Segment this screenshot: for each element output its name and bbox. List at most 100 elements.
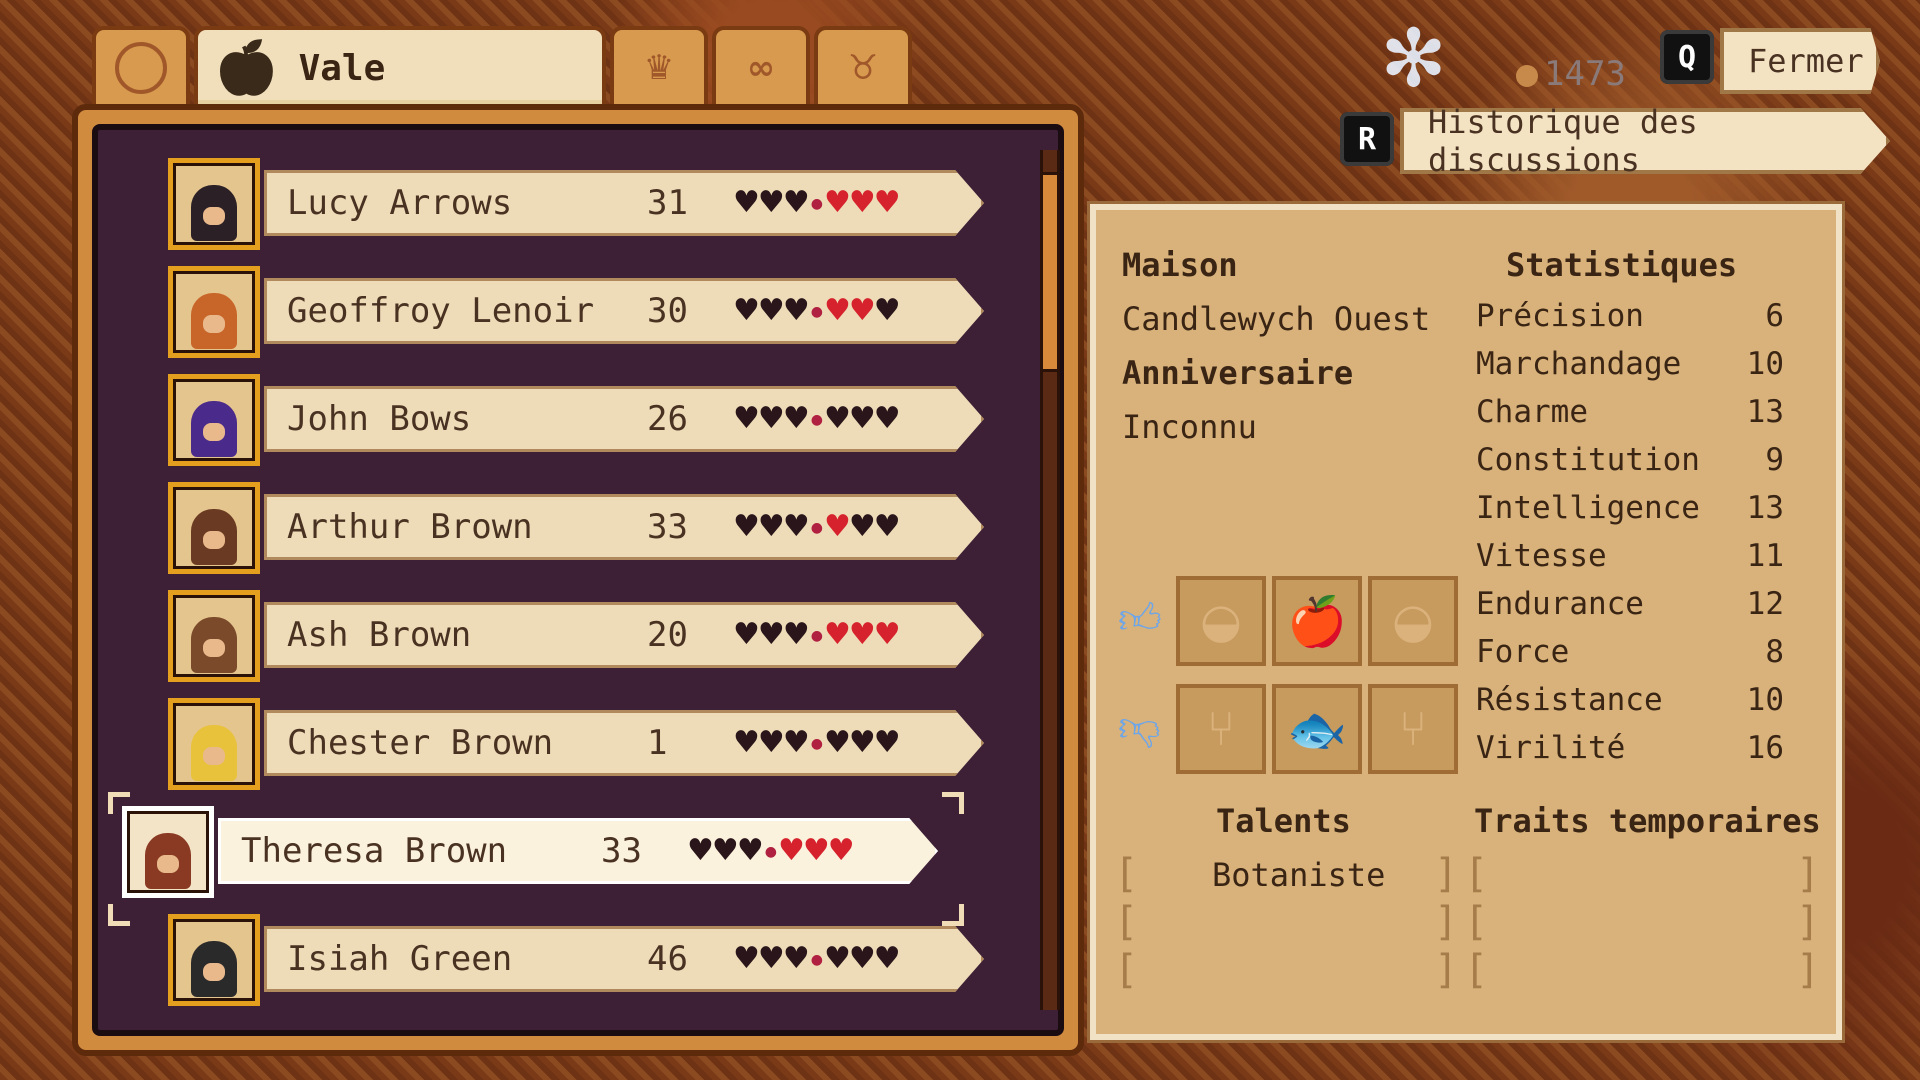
history-key-hint: R xyxy=(1340,112,1394,166)
villager-row[interactable]: Lucy Arrows 31 ♥♥♥ ● ♥♥♥ xyxy=(168,158,998,250)
close-button[interactable]: Fermer xyxy=(1720,28,1880,94)
villager-row[interactable]: John Bows 26 ♥♥♥ ● ♥♥♥ xyxy=(168,374,998,466)
stat-row: Précision 6 xyxy=(1476,298,1784,346)
villager-bar: Chester Brown 1 ♥♥♥ ● ♥♥♥ xyxy=(264,710,984,776)
heart-full-icon: ♥ xyxy=(827,833,855,868)
bowl-icon[interactable]: ◒ xyxy=(1176,576,1266,666)
taurus-tab-icon: ♉ xyxy=(847,48,879,88)
heart-empty-icon: ♥ xyxy=(848,725,876,760)
heart-empty-icon: ♥ xyxy=(733,401,760,436)
heart-full-icon: ♥ xyxy=(823,185,851,220)
utensils-icon[interactable]: ⑂ xyxy=(1368,684,1458,774)
stat-value: 9 xyxy=(1765,442,1784,478)
stat-name: Charme xyxy=(1476,394,1588,430)
villager-row[interactable]: Theresa Brown 33 ♥♥♥ ● ♥♥♥ xyxy=(108,792,964,926)
heart-empty-icon: ♥ xyxy=(782,941,810,976)
villager-bar: Ash Brown 20 ♥♥♥ ● ♥♥♥ xyxy=(264,602,984,668)
portrait-face xyxy=(191,617,237,673)
relationship-hearts: ♥♥♥ ● ♥♥♥ xyxy=(733,725,901,760)
tab-crown[interactable]: ♛ xyxy=(610,26,708,106)
stat-row: Constitution 9 xyxy=(1476,442,1784,490)
villager-row[interactable]: Geoffroy Lenoir 30 ♥♥♥ ● ♥♥♥ xyxy=(168,266,998,358)
villager-portrait xyxy=(168,698,260,790)
villager-row[interactable]: Chester Brown 1 ♥♥♥ ● ♥♥♥ xyxy=(168,698,998,790)
heart-empty-icon: ♥ xyxy=(733,185,760,220)
villager-bar: Arthur Brown 33 ♥♥♥ ● ♥♥♥ xyxy=(264,494,984,560)
heart-empty-icon: ♥ xyxy=(733,509,760,544)
scrollbar-thumb[interactable] xyxy=(1040,172,1060,372)
heart-empty-icon: ♥ xyxy=(823,725,851,760)
heart-full-icon: ♥ xyxy=(848,617,876,652)
stat-name: Constitution xyxy=(1476,442,1700,478)
heart-empty-icon: ♥ xyxy=(733,725,760,760)
utensils-icon[interactable]: ⑂ xyxy=(1176,684,1266,774)
birthday-value: Inconnu xyxy=(1122,408,1257,446)
villager-name: Lucy Arrows xyxy=(287,183,513,223)
villager-bar: Theresa Brown 33 ♥♥♥ ● ♥♥♥ xyxy=(218,818,938,884)
stat-name: Vitesse xyxy=(1476,538,1607,574)
relationship-hearts: ♥♥♥ ● ♥♥♥ xyxy=(733,941,901,976)
villager-portrait xyxy=(168,374,260,466)
villager-bar: John Bows 26 ♥♥♥ ● ♥♥♥ xyxy=(264,386,984,452)
stat-row: Force 8 xyxy=(1476,634,1784,682)
coin-icon xyxy=(1516,64,1538,87)
heart-divider-icon: ● xyxy=(810,303,823,320)
bowl-icon[interactable]: ◒ xyxy=(1368,576,1458,666)
tab-family[interactable]: 🍎︎ Vale xyxy=(194,26,606,106)
heart-empty-icon: ♥ xyxy=(782,185,810,220)
tab-infinity[interactable]: ∞ xyxy=(712,26,810,106)
chat-history-button[interactable]: Historique des discussions xyxy=(1400,108,1890,174)
stat-name: Endurance xyxy=(1476,586,1644,622)
villager-age: 20 xyxy=(647,615,688,655)
tab-taurus[interactable]: ♉ xyxy=(814,26,912,106)
portrait-face xyxy=(191,725,237,781)
talent-item: Botaniste xyxy=(1212,856,1386,894)
villager-list-scrollbar[interactable] xyxy=(1040,150,1060,1010)
villager-age: 33 xyxy=(647,507,688,547)
heart-full-icon: ♥ xyxy=(802,833,830,868)
heart-empty-icon: ♥ xyxy=(873,725,901,760)
stat-value: 11 xyxy=(1746,538,1784,574)
portrait-face xyxy=(191,401,237,457)
thumbs-up-icon: 👍︎ xyxy=(1118,594,1162,643)
relationship-hearts: ♥♥♥ ● ♥♥♥ xyxy=(687,833,855,868)
tab-title: Vale xyxy=(298,47,386,89)
heart-empty-icon: ♥ xyxy=(782,293,810,328)
heart-empty-icon: ♥ xyxy=(733,293,760,328)
villager-age: 30 xyxy=(647,291,688,331)
fish-icon[interactable]: 🐟 xyxy=(1272,684,1362,774)
heart-empty-icon: ♥ xyxy=(823,401,851,436)
heart-empty-icon: ♥ xyxy=(848,941,876,976)
villager-age: 33 xyxy=(601,831,642,871)
stat-name: Marchandage xyxy=(1476,346,1682,382)
villager-row[interactable]: Isiah Green 46 ♥♥♥ ● ♥♥♥ xyxy=(168,914,998,1006)
heart-divider-icon: ● xyxy=(810,411,823,428)
heart-full-icon: ♥ xyxy=(823,617,851,652)
heart-empty-icon: ♥ xyxy=(736,833,764,868)
infinity-tab-icon: ∞ xyxy=(746,48,776,88)
stat-value: 16 xyxy=(1746,730,1784,766)
heart-full-icon: ♥ xyxy=(823,293,851,328)
villager-name: Ash Brown xyxy=(287,615,472,655)
stat-value: 13 xyxy=(1746,394,1784,430)
heart-empty-icon: ♥ xyxy=(823,941,851,976)
heart-full-icon: ♥ xyxy=(848,185,876,220)
villager-portrait xyxy=(122,806,214,898)
stat-row: Vitesse 11 xyxy=(1476,538,1784,586)
villager-portrait xyxy=(168,590,260,682)
heart-divider-icon: ● xyxy=(810,519,823,536)
villager-row[interactable]: Arthur Brown 33 ♥♥♥ ● ♥♥♥ xyxy=(168,482,998,574)
tab-villagers-face[interactable] xyxy=(92,26,190,106)
portrait-face xyxy=(191,509,237,565)
villager-name: Arthur Brown xyxy=(287,507,533,547)
stat-name: Intelligence xyxy=(1476,490,1700,526)
temporary-traits-heading: Traits temporaires xyxy=(1474,802,1821,840)
traits-brackets-right: ]]] xyxy=(1796,851,1821,993)
villager-portrait xyxy=(168,914,260,1006)
apple-icon[interactable]: 🍎 xyxy=(1272,576,1362,666)
villager-row[interactable]: Ash Brown 20 ♥♥♥ ● ♥♥♥ xyxy=(168,590,998,682)
stat-row: Virilité 16 xyxy=(1476,730,1784,778)
heart-empty-icon: ♥ xyxy=(782,725,810,760)
villager-age: 31 xyxy=(647,183,688,223)
villager-name: Theresa Brown xyxy=(241,831,508,871)
